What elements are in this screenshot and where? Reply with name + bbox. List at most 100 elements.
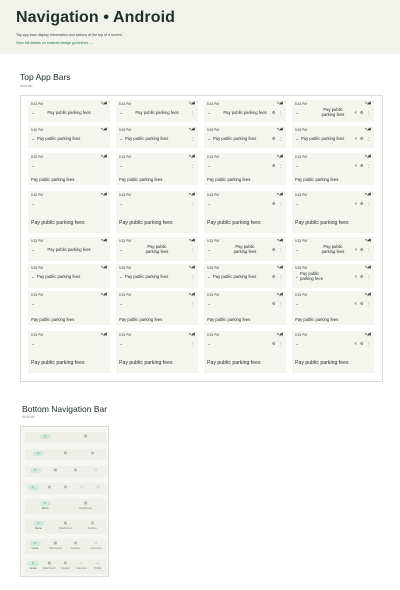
nav-item-profile[interactable]: ◎ Profile <box>90 559 106 570</box>
arrow-back-icon[interactable]: ← <box>119 247 124 252</box>
nav-item-dashboard[interactable]: ▦ <box>41 483 57 490</box>
more-vert-icon[interactable]: ⋮ <box>367 110 371 115</box>
more-vert-icon[interactable]: ⋮ <box>279 301 283 306</box>
settings-icon[interactable]: ⚙ <box>272 247 276 252</box>
more-vert-icon[interactable]: ⋮ <box>367 341 371 346</box>
more-vert-icon[interactable]: ⋮ <box>191 110 195 115</box>
more-vert-icon[interactable]: ⋮ <box>279 274 283 279</box>
settings-icon[interactable]: ⚙ <box>360 110 364 115</box>
settings-icon[interactable]: ⚙ <box>272 110 276 115</box>
more-vert-icon[interactable]: ⋮ <box>279 247 283 252</box>
settings-icon[interactable]: ⚙ <box>360 247 364 252</box>
more-vert-icon[interactable]: ⋮ <box>191 201 195 206</box>
nav-item-home[interactable]: ⌂ <box>25 466 45 473</box>
more-vert-icon[interactable]: ⋮ <box>367 163 371 168</box>
arrow-back-icon[interactable]: ← <box>119 201 124 206</box>
arrow-back-icon[interactable]: ← <box>295 301 300 306</box>
settings-icon[interactable]: ⚙ <box>360 136 364 141</box>
more-vert-icon[interactable]: ⋮ <box>279 201 283 206</box>
guidelines-link[interactable]: View full details on material design gui… <box>16 41 93 45</box>
arrow-back-icon[interactable]: ← <box>119 163 124 168</box>
more-vert-icon[interactable]: ⋮ <box>279 110 283 115</box>
settings-icon[interactable]: ⚙ <box>360 163 364 168</box>
nav-item-home[interactable]: ⌂ Home <box>25 559 41 570</box>
settings-icon[interactable]: ⚙ <box>360 301 364 306</box>
nav-item-explore[interactable]: ▤ <box>79 449 106 456</box>
arrow-back-icon[interactable]: ← <box>119 341 124 346</box>
more-vert-icon[interactable]: ⋮ <box>191 301 195 306</box>
share-icon[interactable]: < <box>355 201 357 206</box>
arrow-back-icon[interactable]: ← <box>295 136 300 141</box>
settings-icon[interactable]: ⚙ <box>272 163 276 168</box>
share-icon[interactable]: < <box>355 301 357 306</box>
arrow-back-icon[interactable]: ← <box>207 301 212 306</box>
settings-icon[interactable]: ⚙ <box>272 136 276 141</box>
share-icon[interactable]: < <box>355 247 357 252</box>
nav-item-dashboard[interactable]: ▦ <box>45 466 65 473</box>
arrow-back-icon[interactable]: ← <box>207 247 212 252</box>
arrow-back-icon[interactable]: ← <box>31 274 36 279</box>
arrow-back-icon[interactable]: ← <box>31 163 36 168</box>
more-vert-icon[interactable]: ⋮ <box>367 136 371 141</box>
share-icon[interactable]: < <box>355 136 357 141</box>
share-icon[interactable]: < <box>355 341 357 346</box>
share-icon[interactable]: < <box>355 274 357 279</box>
nav-item-favorites[interactable]: ☺ Favorites <box>86 539 106 550</box>
arrow-back-icon[interactable]: ← <box>119 136 124 141</box>
arrow-back-icon[interactable]: ← <box>295 274 300 279</box>
arrow-back-icon[interactable]: ← <box>31 341 36 346</box>
nav-item-profile[interactable]: ◎ <box>90 483 106 490</box>
settings-icon[interactable]: ⚙ <box>360 274 364 279</box>
settings-icon[interactable]: ⚙ <box>272 301 276 306</box>
share-icon[interactable]: < <box>355 110 357 115</box>
nav-item-home[interactable]: ⌂ <box>25 432 66 439</box>
more-vert-icon[interactable]: ⋮ <box>367 274 371 279</box>
nav-item-home[interactable]: ⌂ <box>25 449 52 456</box>
settings-icon[interactable]: ⚙ <box>360 341 364 346</box>
nav-item-dashboard[interactable]: ▦ Dashboard <box>41 559 57 570</box>
more-vert-icon[interactable]: ⋮ <box>367 247 371 252</box>
nav-item-explore[interactable]: ▤ Explore <box>57 559 73 570</box>
nav-item-home[interactable]: ⌂ Home <box>25 519 52 530</box>
arrow-back-icon[interactable]: ← <box>31 201 36 206</box>
settings-icon[interactable]: ⚙ <box>272 201 276 206</box>
arrow-back-icon[interactable]: ← <box>119 301 124 306</box>
more-vert-icon[interactable]: ⋮ <box>191 247 195 252</box>
nav-item-home[interactable]: ⌂ Home <box>25 539 45 550</box>
arrow-back-icon[interactable]: ← <box>207 163 212 168</box>
nav-item-favorites[interactable]: ☺ <box>74 483 90 490</box>
more-vert-icon[interactable]: ⋮ <box>279 136 283 141</box>
nav-item-dashboard[interactable]: ▦ Dashboard <box>45 539 65 550</box>
more-vert-icon[interactable]: ⋮ <box>279 341 283 346</box>
arrow-back-icon[interactable]: ← <box>207 341 212 346</box>
nav-item-explore[interactable]: ▤ Explore <box>66 539 86 550</box>
arrow-back-icon[interactable]: ← <box>207 136 212 141</box>
arrow-back-icon[interactable]: ← <box>207 201 212 206</box>
nav-item-dashboard[interactable]: ▦ <box>66 432 107 439</box>
more-vert-icon[interactable]: ⋮ <box>367 301 371 306</box>
more-vert-icon[interactable]: ⋮ <box>191 136 195 141</box>
nav-item-explore[interactable]: ▤ <box>57 483 73 490</box>
nav-item-home[interactable]: ⌂ <box>25 483 41 490</box>
arrow-back-icon[interactable]: ← <box>119 274 124 279</box>
nav-item-explore[interactable]: ▤ Explore <box>79 519 106 530</box>
more-vert-icon[interactable]: ⋮ <box>191 163 195 168</box>
nav-item-explore[interactable]: ▤ <box>66 466 86 473</box>
arrow-back-icon[interactable]: ← <box>295 247 300 252</box>
arrow-back-icon[interactable]: ← <box>295 341 300 346</box>
nav-item-home[interactable]: ⌂ Home <box>25 499 66 510</box>
arrow-back-icon[interactable]: ← <box>31 136 36 141</box>
more-vert-icon[interactable]: ⋮ <box>191 341 195 346</box>
nav-item-dashboard[interactable]: ▦ Dashboard <box>66 499 107 510</box>
arrow-back-icon[interactable]: ← <box>295 201 300 206</box>
arrow-back-icon[interactable]: ← <box>207 274 212 279</box>
more-vert-icon[interactable]: ⋮ <box>279 163 283 168</box>
arrow-back-icon[interactable]: ← <box>295 163 300 168</box>
more-vert-icon[interactable]: ⋮ <box>191 274 195 279</box>
more-vert-icon[interactable]: ⋮ <box>367 201 371 206</box>
share-icon[interactable]: < <box>355 163 357 168</box>
settings-icon[interactable]: ⚙ <box>272 341 276 346</box>
nav-item-favorites[interactable]: ☺ Favorites <box>74 559 90 570</box>
arrow-back-icon[interactable]: ← <box>295 110 300 115</box>
nav-item-dashboard[interactable]: ▦ <box>52 449 79 456</box>
